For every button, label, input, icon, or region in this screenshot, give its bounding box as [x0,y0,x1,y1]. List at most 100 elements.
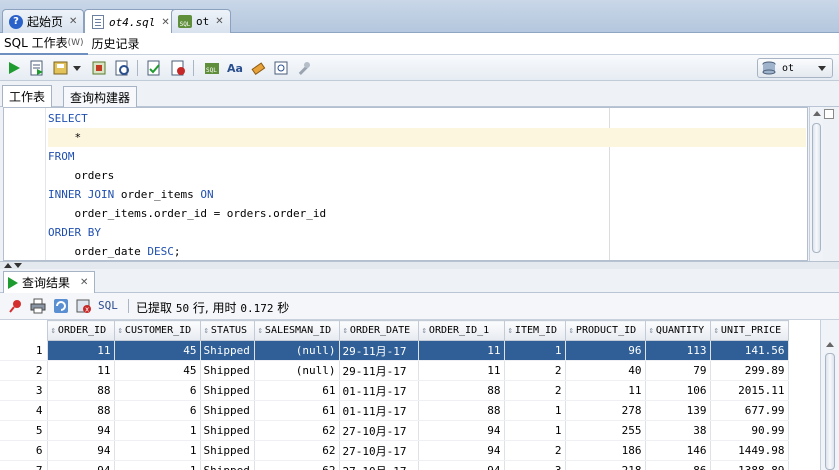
column-header[interactable]: ⇕ ORDER_ID [46,320,115,341]
scrollbar-thumb[interactable] [812,123,821,253]
table-cell[interactable]: 61 [254,380,340,401]
table-row[interactable]: 5 94 1 Shipped 62 27-10月-17 94 1 255 38 90.99 [0,420,789,441]
print-icon[interactable] [30,298,46,314]
table-cell[interactable]: 141.56 [710,340,789,361]
sort-icon[interactable]: ⇕ [51,326,56,336]
table-row[interactable]: 6 94 1 Shipped 62 27-10月-17 94 2 186 146 1449.98 [0,440,789,461]
table-cell[interactable]: 2015.11 [710,380,789,401]
table-cell[interactable]: 1 [504,420,566,441]
table-cell[interactable]: 1 [504,340,566,361]
sort-icon[interactable]: ⇕ [258,326,263,336]
table-cell[interactable]: 88 [418,380,505,401]
table-cell[interactable]: 94 [418,460,505,470]
collapse-up-icon[interactable] [4,263,12,268]
table-cell[interactable]: Shipped [200,400,255,421]
table-cell[interactable]: 88 [47,400,115,421]
sort-icon[interactable]: ⇕ [569,326,574,336]
table-cell[interactable]: 1 [114,420,201,441]
table-cell[interactable]: 94 [47,460,115,470]
table-cell[interactable]: 278 [565,400,646,421]
explain-plan-icon[interactable] [113,59,131,77]
editor-corner-checkbox[interactable] [824,109,834,119]
table-cell[interactable]: 1449.98 [710,440,789,461]
table-cell[interactable]: 218 [565,460,646,470]
table-cell[interactable]: 88 [47,380,115,401]
table-cell[interactable]: Shipped [200,360,255,381]
table-cell[interactable]: 79 [645,360,711,381]
table-cell[interactable]: 88 [418,400,505,421]
table-cell[interactable]: 2 [504,440,566,461]
table-cell[interactable]: 6 [114,400,201,421]
tools-icon[interactable] [295,59,313,77]
table-cell[interactable]: 27-10月-17 [339,440,419,461]
table-cell[interactable]: 255 [565,420,646,441]
table-cell[interactable]: 106 [645,380,711,401]
table-cell[interactable]: 62 [254,420,340,441]
table-cell[interactable]: 11 [418,340,505,361]
tab-start-page[interactable]: ? 起始页 ✕ [2,9,85,33]
column-header[interactable]: ⇕ PRODUCT_ID [564,320,646,341]
column-header[interactable]: ⇕ SALESMAN_ID [253,320,340,341]
autotrace-icon[interactable] [90,59,108,77]
table-cell[interactable]: 01-11月-17 [339,380,419,401]
sort-icon[interactable]: ⇕ [204,326,209,336]
sort-icon[interactable]: ⇕ [118,326,123,336]
sql-label[interactable]: SQL [98,299,118,312]
table-cell[interactable]: 27-10月-17 [339,420,419,441]
close-icon[interactable]: ✕ [80,277,88,288]
table-cell[interactable]: 29-11月-17 [339,340,419,361]
pin-icon[interactable] [8,298,24,314]
scrollbar-thumb[interactable] [825,353,835,470]
table-cell[interactable]: 677.99 [710,400,789,421]
sort-icon[interactable]: ⇕ [343,326,348,336]
dropdown-arrow-icon[interactable] [72,59,82,77]
table-cell[interactable]: 6 [114,380,201,401]
table-cell[interactable]: 45 [114,360,201,381]
tab-history[interactable]: 历史记录 [88,33,144,55]
table-cell[interactable]: 11 [47,360,115,381]
editor-scrollbar[interactable] [809,107,823,261]
close-icon[interactable]: ✕ [215,16,223,27]
pane-splitter[interactable] [0,261,839,269]
table-cell[interactable]: 2 [504,380,566,401]
refresh-icon[interactable] [53,298,69,314]
table-cell[interactable]: Shipped [200,380,255,401]
table-cell[interactable]: 3 [504,460,566,470]
table-row[interactable]: 1 11 45 Shipped (null) 29-11月-17 11 1 96 113 141.5… [0,340,789,361]
close-icon[interactable]: ✕ [161,17,169,28]
table-cell[interactable]: 94 [47,420,115,441]
table-cell[interactable]: 11 [47,340,115,361]
cancel-icon[interactable] [169,59,187,77]
table-cell[interactable]: (null) [254,340,340,361]
table-cell[interactable]: 1 [114,440,201,461]
tab-sql-worksheet[interactable]: SQL 工作表 (W) [0,33,88,55]
table-cell[interactable]: 1388.89 [710,460,789,470]
sort-icon[interactable]: ⇕ [508,326,513,336]
tab-worksheet[interactable]: 工作表 [2,85,53,107]
table-row[interactable]: 7941Shipped6227-10月-17943218861388.89 [0,460,789,470]
table-cell[interactable]: 94 [418,440,505,461]
to-upper-lower-icon[interactable]: Aa [226,59,244,77]
format-icon[interactable] [272,59,290,77]
table-cell[interactable]: 1 [114,460,201,470]
column-header[interactable]: ⇕ QUANTITY [644,320,711,341]
grid-scrollbar[interactable] [820,320,839,470]
table-cell[interactable]: 96 [565,340,646,361]
collapse-down-icon[interactable] [14,263,22,268]
scroll-up-icon[interactable] [813,111,821,116]
table-cell[interactable]: 11 [565,380,646,401]
table-cell[interactable]: Shipped [200,340,255,361]
tab-ot4-sql[interactable]: ot4.sql ✕ [84,9,177,34]
close-icon[interactable]: ✕ [69,16,77,27]
table-cell[interactable]: 29-11月-17 [339,360,419,381]
column-header[interactable]: ⇕ ITEM_ID [503,320,566,341]
run-script-icon[interactable] [28,59,46,77]
sql-editor[interactable]: SELECT * FROM orders INNER JOIN order_it… [3,107,808,261]
table-cell[interactable]: 113 [645,340,711,361]
sql-history-icon[interactable]: SQL [203,59,221,77]
table-cell[interactable]: 11 [418,360,505,381]
table-row[interactable]: 2 11 45 Shipped (null) 29-11月-17 11 2 40 79 299.89 [0,360,789,381]
column-header[interactable]: ⇕ STATUS [199,320,255,341]
run-statement-icon[interactable] [5,59,23,77]
table-cell[interactable]: 86 [645,460,711,470]
